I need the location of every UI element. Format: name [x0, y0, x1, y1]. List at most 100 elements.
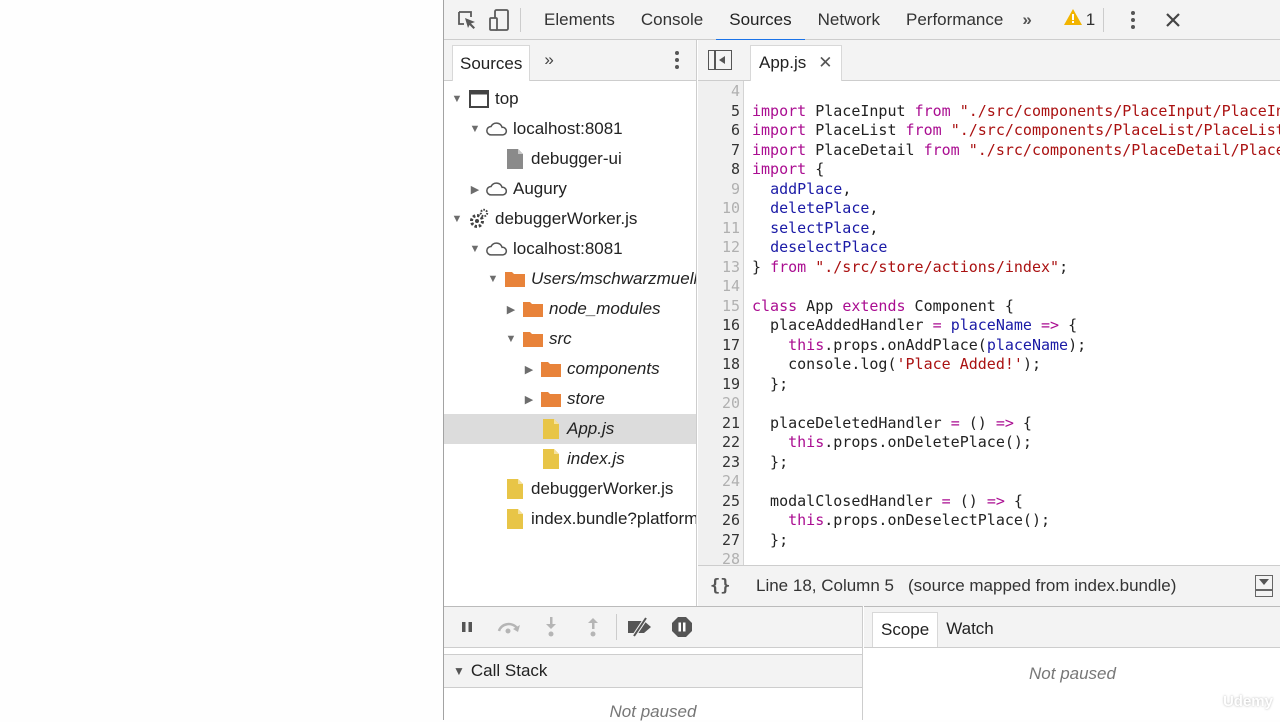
line-number[interactable]: 9 — [698, 180, 740, 200]
code-line[interactable]: 9 addPlace, — [698, 180, 1280, 200]
toggle-debugger-sidebar-icon[interactable] — [1255, 575, 1273, 597]
line-number[interactable]: 12 — [698, 238, 740, 258]
tab-watch[interactable]: Watch — [938, 612, 1002, 647]
line-number[interactable]: 8 — [698, 160, 740, 180]
navigator-menu-icon[interactable] — [674, 49, 680, 71]
pause-on-exceptions-icon[interactable] — [661, 612, 703, 642]
source-map-info[interactable]: (source mapped from index.bundle) — [908, 576, 1176, 596]
code-line[interactable]: 11 selectPlace, — [698, 219, 1280, 239]
code-line[interactable]: 28 — [698, 550, 1280, 565]
code-line[interactable]: 16 placeAddedHandler = placeName => { — [698, 316, 1280, 336]
line-number[interactable]: 15 — [698, 297, 740, 317]
pretty-print-button[interactable]: {} — [710, 576, 746, 596]
code-line[interactable]: 5 import PlaceInput from "./src/component… — [698, 102, 1280, 122]
tree-item[interactable]: ▼ Users/mschwarzmueller — [444, 264, 696, 294]
code-line[interactable]: 17 this.props.onAddPlace(placeName); — [698, 336, 1280, 356]
tree-item[interactable]: ▶ node_modules — [444, 294, 696, 324]
line-number[interactable]: 27 — [698, 531, 740, 551]
expand-triangle-icon[interactable]: ▼ — [486, 273, 500, 285]
toggle-navigator-icon[interactable] — [708, 50, 732, 70]
navigator-more-tabs[interactable]: » — [544, 50, 553, 70]
code-line[interactable]: 7 import PlaceDetail from "./src/componen… — [698, 141, 1280, 161]
collapse-triangle-icon[interactable]: ▶ — [522, 363, 536, 376]
line-number[interactable]: 4 — [698, 82, 740, 102]
line-number[interactable]: 6 — [698, 121, 740, 141]
navigator-tab-sources[interactable]: Sources — [452, 44, 531, 81]
code-line[interactable]: 6 import PlaceList from "./src/components… — [698, 121, 1280, 141]
code-line[interactable]: 24 — [698, 472, 1280, 492]
code-line[interactable]: 27 }; — [698, 531, 1280, 551]
expand-triangle-icon[interactable]: ▼ — [450, 93, 464, 105]
tab-network[interactable]: Network — [805, 0, 893, 40]
line-number[interactable]: 19 — [698, 375, 740, 395]
line-number[interactable]: 5 — [698, 102, 740, 122]
step-out-icon[interactable] — [572, 612, 614, 642]
line-number[interactable]: 14 — [698, 277, 740, 297]
tree-item[interactable]: ▶debuggerWorker.js — [444, 474, 696, 504]
more-tabs-button[interactable]: » — [1016, 0, 1037, 40]
code-line[interactable]: 19 }; — [698, 375, 1280, 395]
line-number[interactable]: 23 — [698, 453, 740, 473]
line-number[interactable]: 24 — [698, 472, 740, 492]
code-line[interactable]: 23 }; — [698, 453, 1280, 473]
collapse-triangle-icon[interactable]: ▶ — [504, 303, 518, 316]
close-tab-icon[interactable]: ✕ — [818, 45, 832, 81]
code-line[interactable]: 14 — [698, 277, 1280, 297]
pause-resume-icon[interactable] — [446, 612, 488, 642]
code-line[interactable]: 26 this.props.onDeselectPlace(); — [698, 511, 1280, 531]
step-into-icon[interactable] — [530, 612, 572, 642]
line-number[interactable]: 26 — [698, 511, 740, 531]
line-number[interactable]: 10 — [698, 199, 740, 219]
inspect-element-icon[interactable] — [456, 9, 478, 31]
line-number[interactable]: 17 — [698, 336, 740, 356]
device-toolbar-icon[interactable] — [488, 8, 510, 31]
expand-triangle-icon[interactable]: ▼ — [450, 213, 464, 225]
code-line[interactable]: 4 — [698, 82, 1280, 102]
deactivate-breakpoints-icon[interactable] — [619, 612, 661, 642]
line-number[interactable]: 22 — [698, 433, 740, 453]
tab-console[interactable]: Console — [628, 0, 716, 40]
tree-item[interactable]: ▼ src — [444, 324, 696, 354]
code-line[interactable]: 13} from "./src/store/actions/index"; — [698, 258, 1280, 278]
code-line[interactable]: 12 deselectPlace — [698, 238, 1280, 258]
collapse-triangle-icon[interactable]: ▶ — [468, 183, 482, 196]
tree-item[interactable]: ▶ Augury — [444, 174, 696, 204]
code-line[interactable]: 15 class App extends Component { — [698, 297, 1280, 317]
call-stack-header[interactable]: ▼ Call Stack — [444, 654, 862, 688]
tree-item[interactable]: ▶App.js — [444, 414, 696, 444]
line-number[interactable]: 21 — [698, 414, 740, 434]
tab-performance[interactable]: Performance — [893, 0, 1016, 40]
code-line[interactable]: 10 deletePlace, — [698, 199, 1280, 219]
code-area[interactable]: 4 5 import PlaceInput from "./src/componen… — [698, 81, 1280, 565]
expand-triangle-icon[interactable]: ▼ — [468, 123, 482, 135]
tree-item[interactable]: ▶ store — [444, 384, 696, 414]
tree-item[interactable]: ▶ components — [444, 354, 696, 384]
collapse-triangle-icon[interactable]: ▶ — [522, 393, 536, 406]
code-line[interactable]: 21 placeDeletedHandler = () => { — [698, 414, 1280, 434]
tree-item[interactable]: ▼ localhost:8081 — [444, 114, 696, 144]
customize-menu-icon[interactable] — [1122, 9, 1144, 31]
line-number[interactable]: 7 — [698, 141, 740, 161]
tree-item[interactable]: ▼ localhost:8081 — [444, 234, 696, 264]
tab-elements[interactable]: Elements — [531, 0, 628, 40]
code-line[interactable]: 18 console.log('Place Added!'); — [698, 355, 1280, 375]
tree-item[interactable]: ▼ top — [444, 84, 696, 114]
line-number[interactable]: 25 — [698, 492, 740, 512]
tree-item[interactable]: ▶index.js — [444, 444, 696, 474]
close-devtools-icon[interactable] — [1162, 9, 1184, 31]
code-line[interactable]: 20 — [698, 394, 1280, 414]
line-number[interactable]: 18 — [698, 355, 740, 375]
code-line[interactable]: 25 modalClosedHandler = () => { — [698, 492, 1280, 512]
tree-item[interactable]: ▶debugger-ui — [444, 144, 696, 174]
line-number[interactable]: 28 — [698, 550, 740, 565]
expand-triangle-icon[interactable]: ▼ — [468, 243, 482, 255]
tab-sources[interactable]: Sources — [716, 0, 806, 41]
line-number[interactable]: 20 — [698, 394, 740, 414]
warnings-counter[interactable]: 1 — [1063, 9, 1095, 30]
line-number[interactable]: 11 — [698, 219, 740, 239]
code-line[interactable]: 22 this.props.onDeletePlace(); — [698, 433, 1280, 453]
tab-scope[interactable]: Scope — [872, 612, 939, 647]
tree-item[interactable]: ▼ debuggerWorker.js — [444, 204, 696, 234]
editor-tab-app-js[interactable]: App.js ✕ — [750, 44, 842, 81]
tree-item[interactable]: ▶index.bundle?platform — [444, 504, 696, 534]
